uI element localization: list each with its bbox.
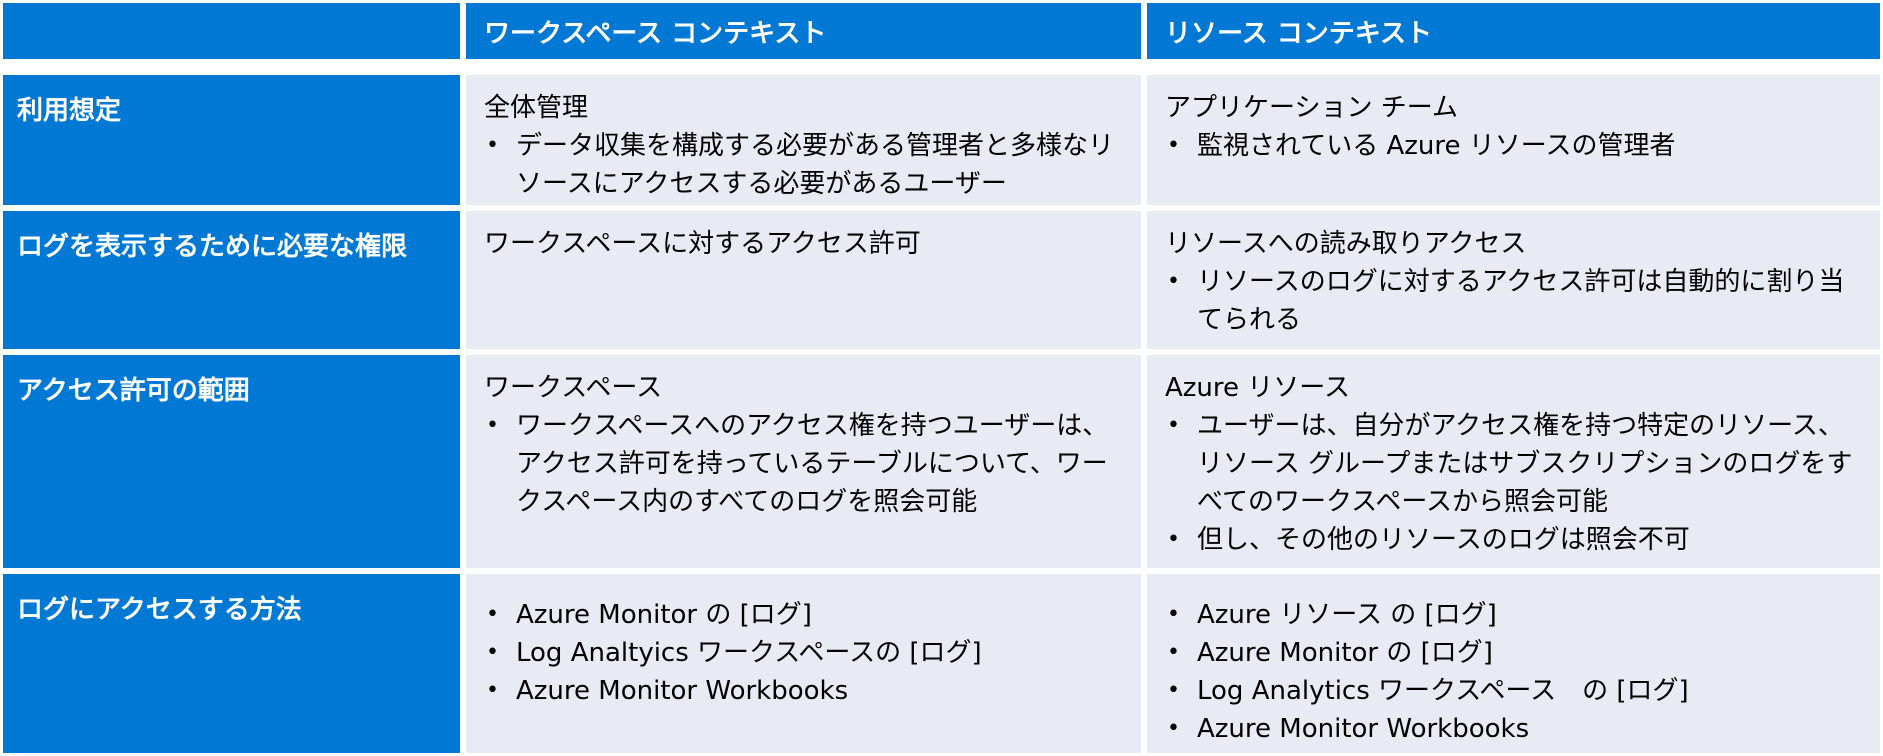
cell-title: リソースへの読み取りアクセス bbox=[1165, 229, 1527, 259]
list-item: Azure リソース の [ログ] bbox=[1165, 596, 1866, 634]
resource-scope-cell: Azure リソース ユーザーは、自分がアクセス権を持つ特定のリソース、リソース… bbox=[1144, 352, 1883, 571]
bullet-list: ユーザーは、自分がアクセス権を持つ特定のリソース、リソース グループまたはサブス… bbox=[1165, 407, 1866, 559]
resource-usage-cell: アプリケーション チーム 監視されている Azure リソースの管理者 bbox=[1144, 72, 1883, 208]
list-item: Azure Monitor の [ログ] bbox=[484, 596, 1127, 634]
bullet-list: データ収集を構成する必要がある管理者と多様なリソースにアクセスする必要があるユー… bbox=[484, 127, 1127, 203]
row-label-access-method: ログにアクセスする方法 bbox=[0, 571, 463, 756]
bullet-list: 監視されている Azure リソースの管理者 bbox=[1165, 127, 1866, 165]
bullet-list: Azure Monitor の [ログ] Log Analtyics ワークスペ… bbox=[484, 596, 1127, 710]
list-item: Azure Monitor Workbooks bbox=[484, 672, 1127, 710]
workspace-permissions-cell: ワークスペースに対するアクセス許可 bbox=[463, 208, 1144, 352]
comparison-table: ワークスペース コンテキスト リソース コンテキスト 利用想定 全体管理 データ… bbox=[0, 0, 1883, 756]
row-label-permissions: ログを表示するために必要な権限 bbox=[0, 208, 463, 352]
list-item: リソースのログに対するアクセス許可は自動的に割り当てられる bbox=[1165, 263, 1866, 339]
bullet-list: Azure リソース の [ログ] Azure Monitor の [ログ] L… bbox=[1165, 596, 1866, 748]
spacer bbox=[463, 62, 1144, 72]
cell-title: ワークスペースに対するアクセス許可 bbox=[484, 229, 921, 259]
header-workspace-context: ワークスペース コンテキスト bbox=[463, 0, 1144, 62]
resource-access-method-cell: Azure リソース の [ログ] Azure Monitor の [ログ] L… bbox=[1144, 571, 1883, 756]
list-item: Log Analtyics ワークスペースの [ログ] bbox=[484, 634, 1127, 672]
header-resource-context: リソース コンテキスト bbox=[1144, 0, 1883, 62]
list-item: Azure Monitor の [ログ] bbox=[1165, 634, 1866, 672]
list-item: ユーザーは、自分がアクセス権を持つ特定のリソース、リソース グループまたはサブス… bbox=[1165, 407, 1866, 521]
list-item: 監視されている Azure リソースの管理者 bbox=[1165, 127, 1866, 165]
list-item: 但し、その他のリソースのログは照会不可 bbox=[1165, 521, 1866, 559]
list-item: ワークスペースへのアクセス権を持つユーザーは、アクセス許可を持っているテーブルに… bbox=[484, 407, 1127, 521]
row-label-scope: アクセス許可の範囲 bbox=[0, 352, 463, 571]
list-item: データ収集を構成する必要がある管理者と多様なリソースにアクセスする必要があるユー… bbox=[484, 127, 1127, 203]
row-label-usage: 利用想定 bbox=[0, 72, 463, 208]
bullet-list: リソースのログに対するアクセス許可は自動的に割り当てられる bbox=[1165, 263, 1866, 339]
list-item: Log Analytics ワークスペース の [ログ] bbox=[1165, 672, 1866, 710]
workspace-scope-cell: ワークスペース ワークスペースへのアクセス権を持つユーザーは、アクセス許可を持っ… bbox=[463, 352, 1144, 571]
spacer bbox=[1144, 62, 1883, 72]
list-item: Azure Monitor Workbooks bbox=[1165, 710, 1866, 748]
bullet-list: ワークスペースへのアクセス権を持つユーザーは、アクセス許可を持っているテーブルに… bbox=[484, 407, 1127, 521]
workspace-access-method-cell: Azure Monitor の [ログ] Log Analtyics ワークスペ… bbox=[463, 571, 1144, 756]
header-empty-cell bbox=[0, 0, 463, 62]
spacer bbox=[0, 62, 463, 72]
workspace-usage-cell: 全体管理 データ収集を構成する必要がある管理者と多様なリソースにアクセスする必要… bbox=[463, 72, 1144, 208]
cell-title: アプリケーション チーム bbox=[1165, 93, 1458, 123]
cell-title: ワークスペース bbox=[484, 373, 663, 403]
cell-title: Azure リソース bbox=[1165, 373, 1350, 403]
cell-title: 全体管理 bbox=[484, 93, 589, 123]
resource-permissions-cell: リソースへの読み取りアクセス リソースのログに対するアクセス許可は自動的に割り当… bbox=[1144, 208, 1883, 352]
